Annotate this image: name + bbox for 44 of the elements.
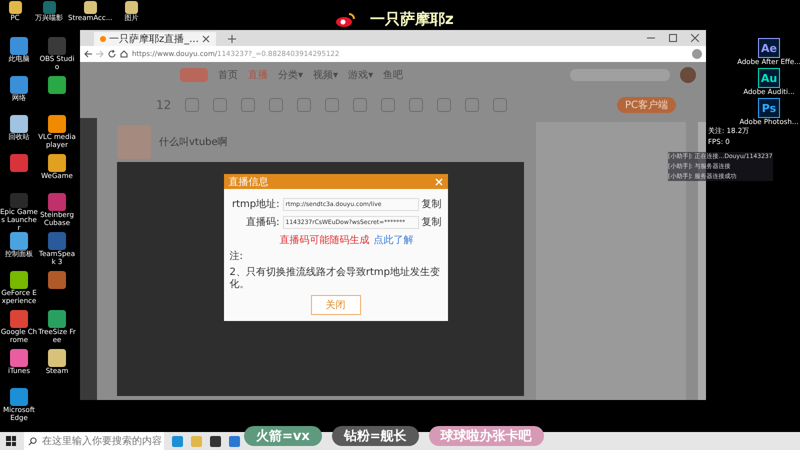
learn-more-link[interactable]: 点此了解 [374,233,414,247]
category-icon[interactable] [381,98,396,112]
overlay-banner: 火箭=vx [244,426,322,446]
note-text: 2、只有切换推流线路才会导致rtmp地址发生变化。 [230,267,441,291]
category-icon[interactable] [325,98,340,112]
close-icon[interactable] [691,34,699,42]
field-label: rtmp地址: [231,198,280,211]
user-avatar[interactable] [680,67,696,83]
category-icon[interactable] [465,98,480,112]
field-label: 直播码: [245,216,280,229]
windows-icon[interactable] [6,436,16,446]
weibo-icon [335,12,355,28]
category-icon[interactable] [297,98,312,112]
category-icon[interactable] [241,98,256,112]
home-icon[interactable] [120,50,128,58]
app-icon: Ps [758,98,780,118]
category-icon[interactable] [409,98,424,112]
maximize-icon[interactable] [669,34,677,42]
copy-link[interactable]: 复制 [422,197,442,211]
search-icon [28,436,37,446]
overlay-banner: 钻粉=舰长 [332,426,419,446]
category-icon[interactable] [213,98,228,112]
dialog-title: 直播信息 [228,176,268,188]
overlay-banner: 球球啦办张卡吧 [428,426,544,446]
close-tab-icon[interactable] [202,35,210,43]
category-icon[interactable] [353,98,368,112]
app-icon: Au [758,68,780,88]
note-title: 注: [230,251,244,263]
forward-icon[interactable] [96,50,104,58]
warning-text: 直播码可能随码生成 [280,234,370,247]
category-icon[interactable] [185,98,200,112]
room-title: 什么叫vtube啊 [159,136,228,149]
category-icon[interactable] [493,98,508,112]
back-icon[interactable] [84,50,92,58]
stream-title: 一只萨摩耶z [370,10,454,29]
search-field[interactable]: 在这里输入你要搜索的内容 [24,432,164,450]
browser-tab[interactable]: 一只萨摩耶z直播_... [94,32,216,46]
category-icon[interactable] [269,98,284,112]
app-icon: Ae [758,38,780,58]
reload-icon[interactable] [108,50,116,58]
streamer-avatar [117,125,151,159]
copy-link[interactable]: 复制 [422,215,442,229]
profile-avatar[interactable] [692,49,702,59]
category-icon[interactable] [437,98,452,112]
